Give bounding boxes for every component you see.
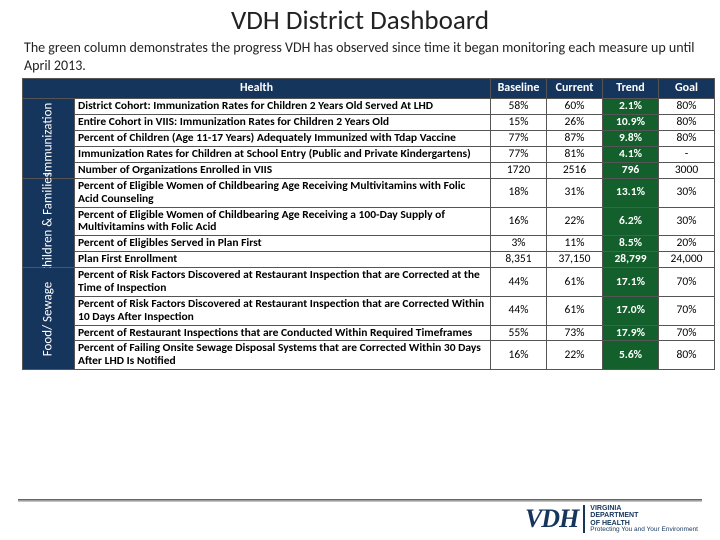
- trend-cell: 9.8%: [603, 131, 659, 147]
- goal-cell: 80%: [659, 115, 715, 131]
- goal-cell: 80%: [659, 341, 715, 370]
- trend-cell: 796: [603, 162, 659, 178]
- trend-cell: 2.1%: [603, 99, 659, 115]
- baseline-cell: 3%: [491, 236, 547, 252]
- goal-cell: -: [659, 147, 715, 163]
- dashboard-table: Health Baseline Current Trend Goal Immun…: [22, 78, 715, 370]
- trend-cell: 13.1%: [603, 178, 659, 207]
- goal-cell: 20%: [659, 236, 715, 252]
- section-immunization: Immunization: [23, 99, 75, 178]
- table-row: Entire Cohort in VIIS: Immunization Rate…: [23, 115, 715, 131]
- goal-cell: 80%: [659, 99, 715, 115]
- baseline-cell: 18%: [491, 178, 547, 207]
- trend-cell: 17.1%: [603, 268, 659, 297]
- trend-cell: 28,799: [603, 252, 659, 268]
- measure-cell: Number of Organizations Enrolled in VIIS: [75, 162, 491, 178]
- col-health: Health: [23, 79, 491, 99]
- current-cell: 37,150: [547, 252, 603, 268]
- table-row: Food/ Sewage Percent of Risk Factors Dis…: [23, 268, 715, 297]
- current-cell: 61%: [547, 296, 603, 325]
- goal-cell: 70%: [659, 268, 715, 297]
- current-cell: 22%: [547, 341, 603, 370]
- baseline-cell: 58%: [491, 99, 547, 115]
- col-current: Current: [547, 79, 603, 99]
- measure-cell: Percent of Eligible Women of Childbearin…: [75, 207, 491, 236]
- goal-cell: 30%: [659, 178, 715, 207]
- col-trend: Trend: [603, 79, 659, 99]
- measure-cell: District Cohort: Immunization Rates for …: [75, 99, 491, 115]
- goal-cell: 80%: [659, 131, 715, 147]
- table-row: Children & Families Percent of Eligible …: [23, 178, 715, 207]
- baseline-cell: 77%: [491, 131, 547, 147]
- footer-divider: [18, 499, 702, 502]
- logo-divider: [583, 505, 585, 533]
- trend-cell: 10.9%: [603, 115, 659, 131]
- measure-cell: Plan First Enrollment: [75, 252, 491, 268]
- goal-cell: 3000: [659, 162, 715, 178]
- table-row: Percent of Children (Age 11-17 Years) Ad…: [23, 131, 715, 147]
- baseline-cell: 44%: [491, 296, 547, 325]
- baseline-cell: 1720: [491, 162, 547, 178]
- current-cell: 73%: [547, 325, 603, 341]
- table-row: Number of Organizations Enrolled in VIIS…: [23, 162, 715, 178]
- section-food-sewage: Food/ Sewage: [23, 268, 75, 370]
- measure-cell: Entire Cohort in VIIS: Immunization Rate…: [75, 115, 491, 131]
- table-row: Immunization Rates for Children at Schoo…: [23, 147, 715, 163]
- trend-cell: 17.0%: [603, 296, 659, 325]
- trend-cell: 4.1%: [603, 147, 659, 163]
- table-row: Percent of Risk Factors Discovered at Re…: [23, 296, 715, 325]
- measure-cell: Percent of Restaurant Inspections that a…: [75, 325, 491, 341]
- col-baseline: Baseline: [491, 79, 547, 99]
- table-row: Percent of Eligible Women of Childbearin…: [23, 207, 715, 236]
- vdh-logo: VDH VIRGINIA DEPARTMENT OF HEALTH Protec…: [525, 504, 698, 534]
- baseline-cell: 77%: [491, 147, 547, 163]
- section-children-families: Children & Families: [23, 178, 75, 267]
- baseline-cell: 8,351: [491, 252, 547, 268]
- trend-cell: 5.6%: [603, 341, 659, 370]
- page-title: VDH District Dashboard: [0, 0, 720, 37]
- dashboard-table-wrapper: Health Baseline Current Trend Goal Immun…: [22, 78, 714, 370]
- current-cell: 11%: [547, 236, 603, 252]
- current-cell: 61%: [547, 268, 603, 297]
- header-row: Health Baseline Current Trend Goal: [23, 79, 715, 99]
- trend-cell: 8.5%: [603, 236, 659, 252]
- baseline-cell: 15%: [491, 115, 547, 131]
- trend-cell: 6.2%: [603, 207, 659, 236]
- baseline-cell: 16%: [491, 207, 547, 236]
- goal-cell: 30%: [659, 207, 715, 236]
- page-subtitle: The green column demonstrates the progre…: [0, 37, 720, 78]
- baseline-cell: 44%: [491, 268, 547, 297]
- measure-cell: Percent of Failing Onsite Sewage Disposa…: [75, 341, 491, 370]
- goal-cell: 70%: [659, 325, 715, 341]
- table-row: Percent of Failing Onsite Sewage Disposa…: [23, 341, 715, 370]
- measure-cell: Percent of Risk Factors Discovered at Re…: [75, 296, 491, 325]
- current-cell: 81%: [547, 147, 603, 163]
- measure-cell: Percent of Children (Age 11-17 Years) Ad…: [75, 131, 491, 147]
- current-cell: 60%: [547, 99, 603, 115]
- current-cell: 2516: [547, 162, 603, 178]
- current-cell: 26%: [547, 115, 603, 131]
- goal-cell: 24,000: [659, 252, 715, 268]
- table-row: Percent of Eligibles Served in Plan Firs…: [23, 236, 715, 252]
- logo-text: VIRGINIA DEPARTMENT OF HEALTH Protecting…: [590, 505, 698, 534]
- measure-cell: Immunization Rates for Children at Schoo…: [75, 147, 491, 163]
- current-cell: 31%: [547, 178, 603, 207]
- goal-cell: 70%: [659, 296, 715, 325]
- table-row: Immunization District Cohort: Immunizati…: [23, 99, 715, 115]
- baseline-cell: 16%: [491, 341, 547, 370]
- table-row: Percent of Restaurant Inspections that a…: [23, 325, 715, 341]
- measure-cell: Percent of Eligible Women of Childbearin…: [75, 178, 491, 207]
- col-goal: Goal: [659, 79, 715, 99]
- trend-cell: 17.9%: [603, 325, 659, 341]
- logo-mark: VDH: [525, 504, 578, 534]
- current-cell: 87%: [547, 131, 603, 147]
- current-cell: 22%: [547, 207, 603, 236]
- table-row: Plan First Enrollment 8,351 37,150 28,79…: [23, 252, 715, 268]
- baseline-cell: 55%: [491, 325, 547, 341]
- measure-cell: Percent of Risk Factors Discovered at Re…: [75, 268, 491, 297]
- measure-cell: Percent of Eligibles Served in Plan Firs…: [75, 236, 491, 252]
